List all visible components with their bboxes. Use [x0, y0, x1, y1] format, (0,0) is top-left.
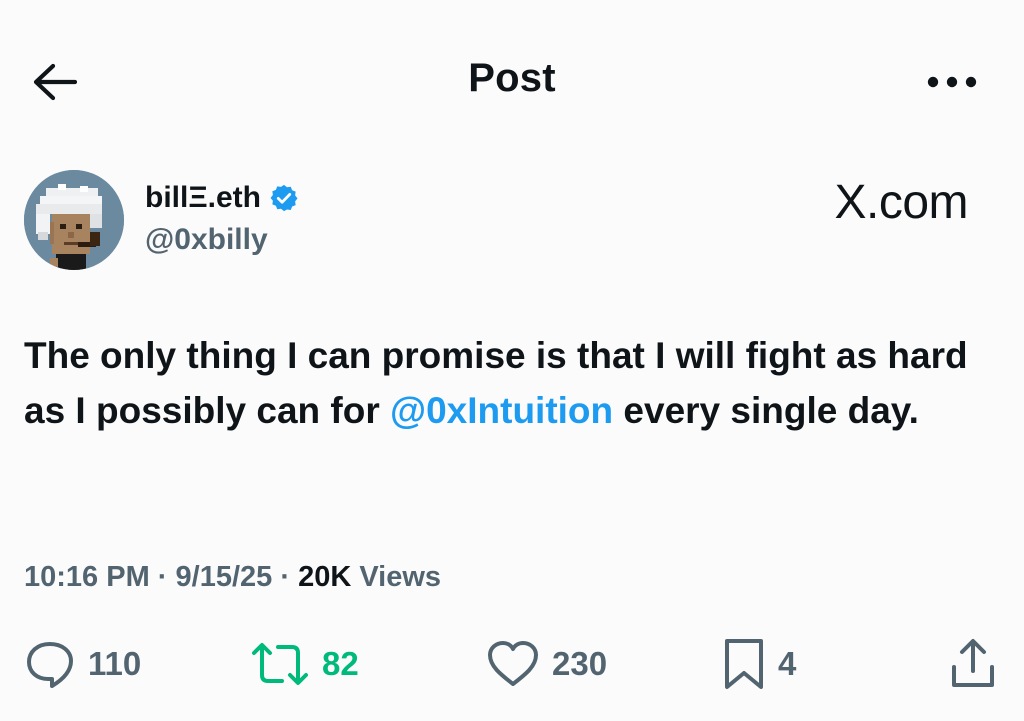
heart-icon	[486, 640, 540, 688]
post-text-after: every single day.	[613, 390, 919, 431]
brand-watermark: X.com	[834, 176, 968, 229]
page-title: Post	[468, 56, 556, 100]
user-handle[interactable]: @0xbilly	[145, 222, 268, 258]
pixel-art-avatar	[24, 170, 124, 270]
like-button[interactable]: 230	[486, 632, 607, 696]
share-button[interactable]	[948, 632, 998, 696]
meta-separator: ·	[149, 561, 176, 593]
verified-badge-icon	[269, 183, 299, 213]
post-date[interactable]: 9/15/25	[176, 561, 273, 593]
reply-icon	[24, 639, 76, 689]
display-name[interactable]: billΞ.eth	[145, 180, 261, 216]
post-detail-page: Post billΞ.eth @0xbilly X.com The only t…	[0, 0, 1024, 721]
meta-separator: ·	[272, 561, 299, 593]
repost-count: 82	[322, 645, 359, 682]
avatar[interactable]	[24, 170, 124, 270]
mention-link[interactable]: @0xIntuition	[390, 390, 613, 431]
bookmark-count: 4	[778, 645, 797, 682]
views-count[interactable]: 20K	[298, 561, 351, 593]
bookmark-icon	[722, 637, 766, 691]
action-bar: 110 82 230 4	[0, 632, 1024, 696]
like-count: 230	[552, 645, 608, 682]
more-horizontal-icon	[926, 75, 978, 89]
repost-icon	[250, 639, 310, 689]
reply-button[interactable]: 110	[24, 632, 141, 696]
reply-count: 110	[88, 645, 142, 682]
repost-button[interactable]: 82	[250, 632, 359, 696]
post-meta: 10:16 PM · 9/15/25 · 20K Views	[24, 557, 441, 597]
share-icon	[948, 637, 998, 691]
more-options-button[interactable]	[922, 64, 982, 100]
post-text: The only thing I can promise is that I w…	[24, 328, 1004, 438]
views-label[interactable]: Views	[351, 561, 441, 593]
post-time[interactable]: 10:16 PM	[24, 561, 150, 593]
bookmark-button[interactable]: 4	[722, 632, 796, 696]
author-name-row[interactable]: billΞ.eth	[145, 180, 299, 216]
